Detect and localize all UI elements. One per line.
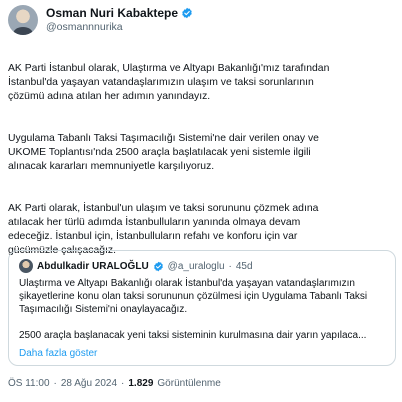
show-more-link[interactable]: Daha fazla göster (19, 348, 97, 359)
author-display-name[interactable]: Osman Nuri Kabaktepe (46, 6, 178, 20)
post-header: Osman Nuri Kabaktepe @osmannnurika (8, 4, 394, 36)
author-name-row: Osman Nuri Kabaktepe (46, 6, 193, 20)
quoted-paragraph-1: Ulaştırma ve Altyapı Bakanlığı olarak İs… (19, 278, 368, 315)
post-footer: ÖS 11:00 · 28 Ağu 2024 · 1.829 Görüntüle… (8, 378, 221, 389)
footer-separator-1: · (53, 378, 57, 389)
author-names: Osman Nuri Kabaktepe @osmannnurika (46, 6, 193, 34)
quoted-verified-badge-icon (153, 261, 163, 271)
quoted-paragraph-2: 2500 araçla başlanacak yeni taksi sistem… (19, 330, 367, 341)
post-time[interactable]: ÖS 11:00 (8, 378, 50, 389)
post-paragraph-2: Uygulama Tabanlı Taksi Taşımacılığı Sist… (8, 133, 319, 172)
quoted-author-name[interactable]: Abdulkadir URALOĞLU (37, 261, 149, 272)
author-handle[interactable]: @osmannnurika (46, 20, 193, 34)
quoted-separator: · (228, 260, 232, 272)
post-date[interactable]: 28 Ağu 2024 (61, 378, 117, 389)
views-label: Görüntülenme (157, 378, 221, 389)
quoted-post-age[interactable]: 45d (236, 261, 253, 272)
quoted-author-handle[interactable]: @a_uraloglu (168, 261, 225, 272)
post-paragraph-1: AK Parti İstanbul olarak, Ulaştırma ve A… (8, 63, 330, 102)
views-count: 1.829 (128, 378, 154, 389)
author-avatar[interactable] (8, 5, 38, 35)
quoted-author-avatar[interactable] (19, 259, 33, 273)
quoted-post-header: Abdulkadir URALOĞLU @a_uraloglu · 45d (19, 259, 253, 273)
verified-badge-icon (182, 7, 192, 19)
footer-separator-2: · (121, 378, 125, 389)
quoted-post-card[interactable]: Abdulkadir URALOĞLU @a_uraloglu · 45d Ul… (8, 250, 396, 366)
quoted-post-text: Ulaştırma ve Altyapı Bakanlığı olarak İs… (19, 277, 389, 342)
